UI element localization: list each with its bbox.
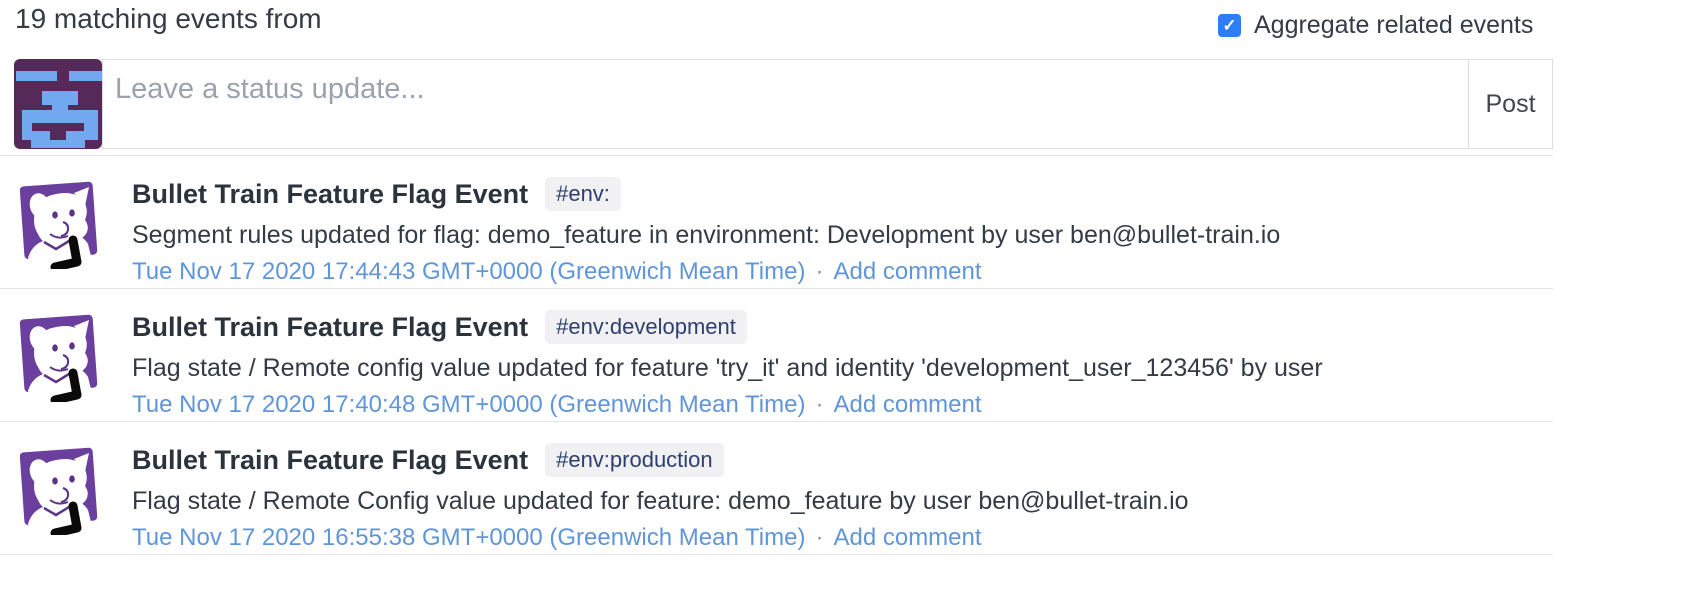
add-comment-link[interactable]: Add comment (833, 524, 981, 552)
datadog-dog-avatar (14, 172, 102, 269)
page-title: 19 matching events from (15, 3, 322, 35)
pixel-identicon-icon (14, 59, 102, 149)
datadog-dog-icon (14, 172, 102, 269)
checkmark-icon: ✓ (1222, 16, 1236, 36)
datadog-dog-avatar (14, 438, 102, 535)
datadog-dog-icon (14, 438, 102, 535)
event-description: Segment rules updated for flag: demo_fea… (132, 221, 1280, 250)
event-title: Bullet Train Feature Flag Event (132, 445, 528, 476)
add-comment-link[interactable]: Add comment (833, 258, 981, 286)
aggregate-checkbox-label[interactable]: Aggregate related events (1254, 11, 1533, 40)
event-description: Flag state / Remote config value updated… (132, 354, 1323, 383)
status-update-input[interactable] (103, 60, 1468, 148)
dot-separator: · (815, 391, 823, 419)
aggregate-related-events-control: ✓ Aggregate related events (1218, 11, 1533, 40)
status-update-box: Post (102, 59, 1553, 149)
env-tag-badge[interactable]: #env:production (545, 443, 724, 477)
event-list: Bullet Train Feature Flag Event #env: Se… (0, 155, 1553, 555)
event-row: Bullet Train Feature Flag Event #env:dev… (0, 288, 1553, 421)
add-comment-link[interactable]: Add comment (833, 391, 981, 419)
event-timestamp-link[interactable]: Tue Nov 17 2020 17:44:43 GMT+0000 (Green… (132, 258, 805, 286)
env-tag-badge[interactable]: #env: (545, 177, 621, 211)
event-description: Flag state / Remote Config value updated… (132, 487, 1189, 516)
event-row: Bullet Train Feature Flag Event #env: Se… (0, 155, 1553, 288)
dot-separator: · (815, 258, 823, 286)
event-title: Bullet Train Feature Flag Event (132, 312, 528, 343)
status-composer: Post (14, 59, 1553, 149)
aggregate-checkbox-checked[interactable]: ✓ (1218, 14, 1241, 37)
dot-separator: · (815, 524, 823, 552)
datadog-dog-icon (14, 305, 102, 402)
datadog-dog-avatar (14, 305, 102, 402)
env-tag-badge[interactable]: #env:development (545, 310, 747, 344)
user-identicon-avatar (14, 59, 102, 149)
post-button[interactable]: Post (1468, 60, 1552, 148)
event-timestamp-link[interactable]: Tue Nov 17 2020 16:55:38 GMT+0000 (Green… (132, 524, 805, 552)
event-row: Bullet Train Feature Flag Event #env:pro… (0, 421, 1553, 554)
event-timestamp-link[interactable]: Tue Nov 17 2020 17:40:48 GMT+0000 (Green… (132, 391, 805, 419)
event-title: Bullet Train Feature Flag Event (132, 179, 528, 210)
